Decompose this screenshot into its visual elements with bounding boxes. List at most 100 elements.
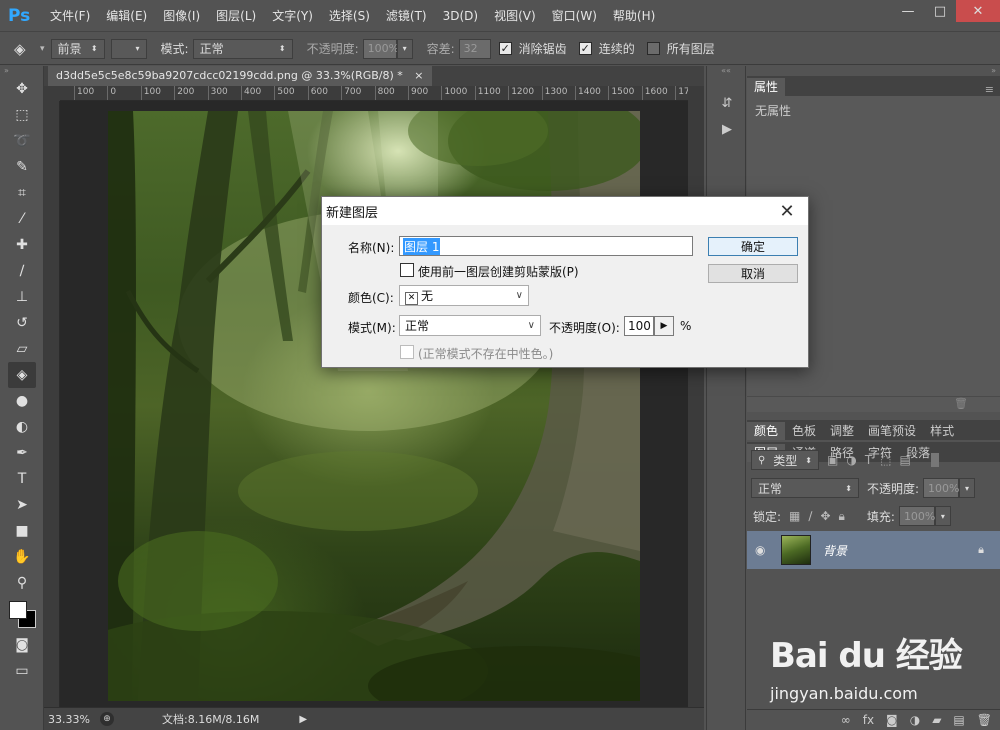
tab-close-icon[interactable]: × bbox=[414, 69, 423, 82]
collapse-icon[interactable]: » bbox=[0, 66, 43, 76]
fill-dropdown-icon[interactable]: ▾ bbox=[934, 506, 951, 526]
dodge-tool-icon[interactable]: ◐ bbox=[0, 414, 44, 440]
menu-help[interactable]: 帮助(H) bbox=[605, 0, 663, 32]
document-tab[interactable]: d3dd5e5c5e8c59ba9207cdcc02199cdd.png @ 3… bbox=[48, 66, 432, 86]
history-brush-tool-icon[interactable]: ↺ bbox=[0, 310, 44, 336]
clip-mask-checkbox[interactable] bbox=[400, 263, 414, 277]
menu-edit[interactable]: 编辑(E) bbox=[98, 0, 155, 32]
pen-tool-icon[interactable]: ✒ bbox=[0, 440, 44, 466]
blur-tool-icon[interactable]: ● bbox=[0, 388, 44, 414]
collapse-icon[interactable]: «« bbox=[707, 66, 745, 76]
adjustment-filter-icon[interactable]: ◑ bbox=[846, 453, 856, 467]
tab-brush-presets[interactable]: 画笔预设 bbox=[861, 422, 923, 440]
lock-all-icon[interactable]: 🔒︎ bbox=[839, 509, 845, 524]
opacity-input[interactable]: 100% bbox=[362, 38, 399, 59]
tab-adjustments[interactable]: 调整 bbox=[823, 422, 861, 440]
pattern-picker[interactable]: ▾ bbox=[110, 38, 147, 59]
new-group-icon[interactable]: ▰ bbox=[932, 713, 941, 727]
eyedropper-tool-icon[interactable]: ⁄ bbox=[0, 206, 44, 232]
actions-play-icon[interactable]: ▶ bbox=[707, 116, 747, 142]
path-selection-tool-icon[interactable]: ➤ bbox=[0, 492, 44, 518]
panel-menu-icon[interactable]: ≡ bbox=[985, 83, 1000, 96]
tab-swatches[interactable]: 色板 bbox=[785, 422, 823, 440]
lock-pixels-icon[interactable]: ∕ bbox=[808, 509, 812, 523]
blend-mode-select[interactable]: 正常 ⬍ bbox=[751, 478, 859, 498]
contiguous-checkbox[interactable]: ✓ bbox=[578, 42, 592, 55]
vertical-scrollbar[interactable] bbox=[688, 86, 704, 707]
rectangle-tool-icon[interactable]: ■ bbox=[0, 518, 44, 544]
shape-filter-icon[interactable]: ⬚ bbox=[880, 453, 891, 467]
opacity-slider-arrow-icon[interactable]: ▶ bbox=[654, 316, 674, 336]
brush-tool-icon[interactable]: ∕ bbox=[0, 258, 44, 284]
healing-brush-tool-icon[interactable]: ✚ bbox=[0, 232, 44, 258]
menu-3d[interactable]: 3D(D) bbox=[435, 0, 486, 32]
paint-bucket-tool-icon[interactable]: ◈ bbox=[8, 362, 36, 388]
maximize-button[interactable]: □ bbox=[924, 0, 956, 22]
canvas-area[interactable] bbox=[60, 101, 688, 707]
hand-tool-icon[interactable]: ✋ bbox=[0, 544, 44, 570]
dialog-opacity-input[interactable]: 100 bbox=[624, 316, 654, 336]
close-button[interactable]: ✕ bbox=[956, 0, 1000, 22]
layer-opacity-input[interactable]: 100% bbox=[923, 478, 960, 498]
menu-layer[interactable]: 图层(L) bbox=[208, 0, 264, 32]
mode-select[interactable]: 正常 ∨ bbox=[399, 315, 541, 336]
link-layers-icon[interactable]: ∞ bbox=[841, 713, 851, 727]
color-swatches[interactable] bbox=[0, 596, 44, 632]
type-tool-icon[interactable]: T bbox=[0, 466, 44, 492]
menu-file[interactable]: 文件(F) bbox=[42, 0, 98, 32]
mode-select[interactable]: 正常 ⬍ bbox=[192, 38, 293, 59]
filter-toggle[interactable] bbox=[930, 453, 939, 467]
trash-icon[interactable]: 🗑 bbox=[954, 397, 968, 410]
zoom-tool-icon[interactable]: ⚲ bbox=[0, 570, 44, 596]
fill-input[interactable]: 100% bbox=[898, 506, 935, 526]
quick-mask-icon[interactable]: ◙ bbox=[0, 632, 44, 658]
fx-icon[interactable]: fx bbox=[863, 713, 874, 727]
minimize-button[interactable]: — bbox=[892, 0, 924, 22]
neutral-color-checkbox[interactable] bbox=[400, 345, 414, 359]
clone-stamp-tool-icon[interactable]: ⊥ bbox=[0, 284, 44, 310]
new-layer-icon[interactable]: ▤ bbox=[953, 713, 964, 727]
status-info-icon[interactable]: ⊕ bbox=[100, 712, 114, 726]
tab-styles[interactable]: 样式 bbox=[923, 422, 961, 440]
paint-bucket-icon[interactable]: ◈ bbox=[14, 40, 40, 58]
smart-object-filter-icon[interactable]: ▤ bbox=[900, 453, 911, 467]
lock-transparent-icon[interactable]: ▦ bbox=[789, 509, 800, 523]
screen-mode-icon[interactable]: ▭ bbox=[0, 658, 44, 684]
menu-type[interactable]: 文字(Y) bbox=[264, 0, 321, 32]
layer-name[interactable]: 背景 bbox=[823, 542, 847, 559]
tool-preset-chevron-icon[interactable]: ▾ bbox=[40, 44, 45, 54]
tab-color[interactable]: 颜色 bbox=[747, 422, 786, 440]
layer-row[interactable]: ◉ 背景 🔒︎ bbox=[747, 531, 1000, 569]
status-menu-arrow-icon[interactable]: ▶ bbox=[299, 714, 307, 725]
type-filter-icon[interactable]: T bbox=[865, 453, 872, 467]
tab-properties[interactable]: 属性 bbox=[747, 78, 786, 96]
eye-icon[interactable]: ◉ bbox=[755, 543, 765, 557]
name-input[interactable]: 图层 1 bbox=[399, 236, 693, 256]
menu-window[interactable]: 窗口(W) bbox=[544, 0, 605, 32]
marquee-tool-icon[interactable]: ⬚ bbox=[0, 102, 44, 128]
color-select[interactable]: ✕ 无 ∨ bbox=[399, 285, 529, 306]
quick-select-tool-icon[interactable]: ✎ bbox=[0, 154, 44, 180]
dialog-close-icon[interactable]: ✕ bbox=[778, 201, 796, 222]
fill-source-select[interactable]: 前景 ⬍ bbox=[50, 38, 105, 59]
delete-layer-icon[interactable]: 🗑 bbox=[977, 713, 992, 727]
menu-select[interactable]: 选择(S) bbox=[321, 0, 378, 32]
cancel-button[interactable]: 取消 bbox=[708, 264, 798, 283]
history-icon[interactable]: ⇵ bbox=[707, 90, 747, 116]
zoom-level[interactable]: 33.33% bbox=[48, 713, 92, 726]
menu-view[interactable]: 视图(V) bbox=[486, 0, 544, 32]
lock-position-icon[interactable]: ✥ bbox=[820, 509, 830, 523]
layer-filter-select[interactable]: ⚲ 类型 ⬍ bbox=[751, 450, 819, 470]
opacity-dropdown-icon[interactable]: ▾ bbox=[396, 38, 413, 59]
menu-image[interactable]: 图像(I) bbox=[155, 0, 208, 32]
antialias-checkbox[interactable]: ✓ bbox=[498, 42, 512, 55]
all-layers-checkbox[interactable] bbox=[646, 42, 660, 55]
ruler-origin[interactable] bbox=[44, 86, 60, 101]
crop-tool-icon[interactable]: ⌗ bbox=[0, 180, 44, 206]
pixel-filter-icon[interactable]: ▣ bbox=[827, 453, 838, 467]
menu-filter[interactable]: 滤镜(T) bbox=[378, 0, 435, 32]
expand-icon[interactable]: » bbox=[747, 66, 1000, 76]
layer-opacity-dropdown-icon[interactable]: ▾ bbox=[959, 478, 976, 498]
add-mask-icon[interactable]: ◙ bbox=[886, 713, 898, 727]
move-tool-icon[interactable]: ✥ bbox=[0, 76, 44, 102]
